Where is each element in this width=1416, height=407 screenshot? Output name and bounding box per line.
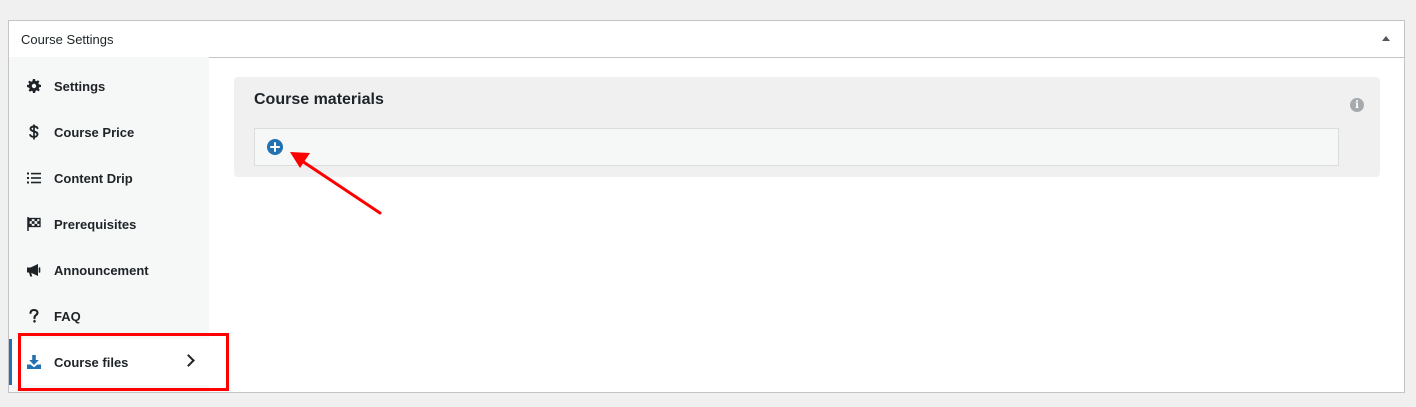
collapse-toggle-icon[interactable] [1382,36,1390,41]
sidebar-item-course-price[interactable]: Course Price [9,109,209,155]
sidebar-item-label: Course Price [54,124,135,140]
sidebar-item-label: Announcement [54,262,149,278]
sidebar-item-label: FAQ [54,308,81,324]
sidebar-item-announcement[interactable]: Announcement [9,247,209,293]
materials-list [254,128,1339,166]
annotation-highlight-box [18,333,229,391]
sidebar-item-label: Settings [54,78,106,94]
sidebar-item-content-drip[interactable]: Content Drip [9,155,209,201]
sidebar-item-label: Prerequisites [54,216,137,232]
megaphone-icon [26,262,42,278]
course-materials-section: Course materials i [234,77,1380,177]
checkered-flag-icon [26,216,42,232]
sidebar-item-prerequisites[interactable]: Prerequisites [9,201,209,247]
add-material-button[interactable] [267,139,283,155]
list-icon [26,170,42,186]
sidebar-item-label: Content Drip [54,170,133,186]
course-settings-panel: Course Settings Settings Course Price Co… [8,20,1405,393]
gear-icon [26,78,42,94]
panel-title: Course Settings [21,32,114,47]
question-icon [26,308,42,324]
info-icon[interactable]: i [1350,98,1364,112]
dollar-icon [26,124,42,140]
panel-header[interactable]: Course Settings [9,21,1404,58]
sidebar-item-settings[interactable]: Settings [9,63,209,109]
section-title: Course materials [254,91,384,108]
